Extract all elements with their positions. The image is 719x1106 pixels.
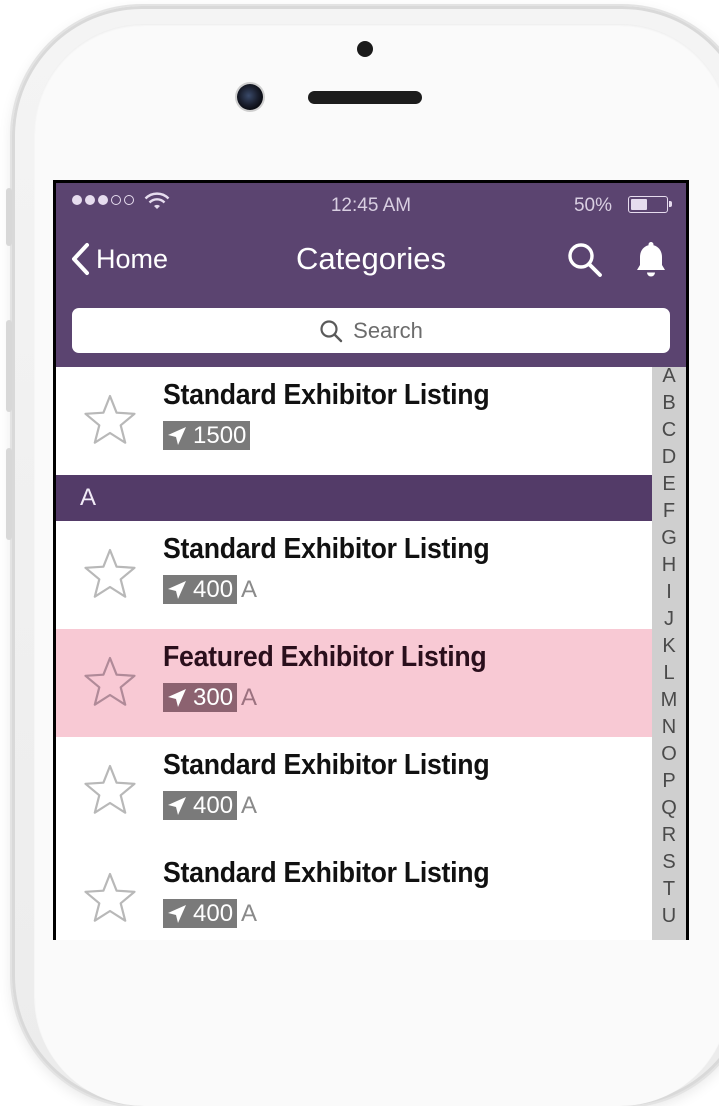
star-icon[interactable] (82, 763, 138, 822)
item-title: Featured Exhibitor Listing (163, 641, 487, 673)
item-title: Standard Exhibitor Listing (163, 857, 490, 889)
booth-tag: 1500 (163, 421, 251, 450)
list-item[interactable]: Standard Exhibitor Listing 1500 (56, 367, 652, 476)
front-camera (237, 84, 263, 110)
list-item[interactable]: Standard Exhibitor Listing 400 A (56, 737, 652, 846)
location-arrow-icon (168, 688, 186, 707)
location-arrow-icon (168, 904, 186, 923)
index-letter[interactable]: O (652, 743, 686, 766)
booth-info: 300 A (163, 683, 257, 712)
index-letter[interactable]: B (652, 392, 686, 415)
index-letter[interactable]: I (652, 581, 686, 604)
booth-hall: A (241, 683, 258, 711)
phone-screen: 12:45 AM 50% Home Categories Search Stan… (53, 180, 689, 940)
index-letter[interactable]: K (652, 635, 686, 658)
section-label: A (80, 484, 97, 511)
location-arrow-icon (168, 580, 186, 599)
alphabet-index[interactable]: A B C D E F G H I J K L M N O P Q R S T … (652, 365, 686, 940)
index-letter[interactable]: E (652, 473, 686, 496)
booth-info: 400 A (163, 791, 257, 820)
booth-number: 400 (193, 575, 234, 603)
star-icon[interactable] (82, 547, 138, 606)
booth-info: 1500 (163, 421, 254, 450)
location-arrow-icon (168, 426, 186, 445)
item-title: Standard Exhibitor Listing (163, 749, 490, 781)
list-item[interactable]: Standard Exhibitor Listing 400 A (56, 521, 652, 630)
status-bar: 12:45 AM 50% (56, 183, 686, 227)
location-arrow-icon (168, 796, 186, 815)
index-letter[interactable]: Q (652, 797, 686, 820)
booth-info: 400 A (163, 575, 257, 604)
section-header: A (56, 475, 652, 521)
item-title: Standard Exhibitor Listing (163, 533, 490, 565)
index-letter[interactable]: D (652, 446, 686, 469)
exhibitor-list: Standard Exhibitor Listing 1500 A Standa… (56, 367, 652, 940)
earpiece-speaker (308, 91, 422, 104)
booth-tag: 400 (163, 791, 238, 820)
index-letter[interactable]: R (652, 824, 686, 847)
booth-hall: A (241, 575, 258, 603)
item-title: Standard Exhibitor Listing (163, 379, 490, 411)
app-header: 12:45 AM 50% Home Categories Search (56, 183, 686, 367)
volume-down-button (6, 448, 12, 540)
booth-info: 400 A (163, 899, 257, 928)
index-letter[interactable]: S (652, 851, 686, 874)
search-input[interactable]: Search (72, 308, 670, 353)
battery-level (631, 199, 647, 210)
battery-percentage: 50% (573, 195, 612, 216)
booth-number: 400 (193, 791, 234, 819)
navigation-bar: Home Categories (56, 227, 686, 297)
star-icon[interactable] (82, 655, 138, 714)
star-icon[interactable] (82, 871, 138, 930)
index-letter[interactable]: J (652, 608, 686, 631)
index-letter[interactable]: A (652, 365, 686, 388)
list-item-featured[interactable]: Featured Exhibitor Listing 300 A (56, 629, 652, 738)
index-letter[interactable]: G (652, 527, 686, 550)
booth-hall: A (241, 791, 258, 819)
mute-switch (6, 188, 12, 246)
search-icon[interactable] (566, 241, 604, 284)
index-letter[interactable]: C (652, 419, 686, 442)
bell-icon[interactable] (634, 239, 668, 284)
proximity-sensor (357, 41, 373, 57)
index-letter[interactable]: U (652, 905, 686, 928)
booth-tag: 400 (163, 575, 238, 604)
star-icon[interactable] (82, 393, 138, 452)
volume-up-button (6, 320, 12, 412)
booth-number: 1500 (193, 421, 247, 449)
index-letter[interactable]: T (652, 878, 686, 901)
index-letter[interactable]: L (652, 662, 686, 685)
search-icon (320, 319, 343, 342)
index-letter[interactable]: H (652, 554, 686, 577)
booth-number: 300 (193, 683, 234, 711)
booth-hall: A (241, 899, 258, 927)
booth-number: 400 (193, 899, 234, 927)
index-letter[interactable]: N (652, 716, 686, 739)
index-letter[interactable]: P (652, 770, 686, 793)
index-letter[interactable]: M (652, 689, 686, 712)
index-letter[interactable]: F (652, 500, 686, 523)
battery-icon (628, 196, 672, 213)
list-item[interactable]: Standard Exhibitor Listing 400 A (56, 845, 652, 940)
app-content: 12:45 AM 50% Home Categories Search Stan… (56, 183, 686, 940)
booth-tag: 300 (163, 683, 238, 712)
search-placeholder: Search (353, 317, 423, 343)
booth-tag: 400 (163, 899, 238, 928)
